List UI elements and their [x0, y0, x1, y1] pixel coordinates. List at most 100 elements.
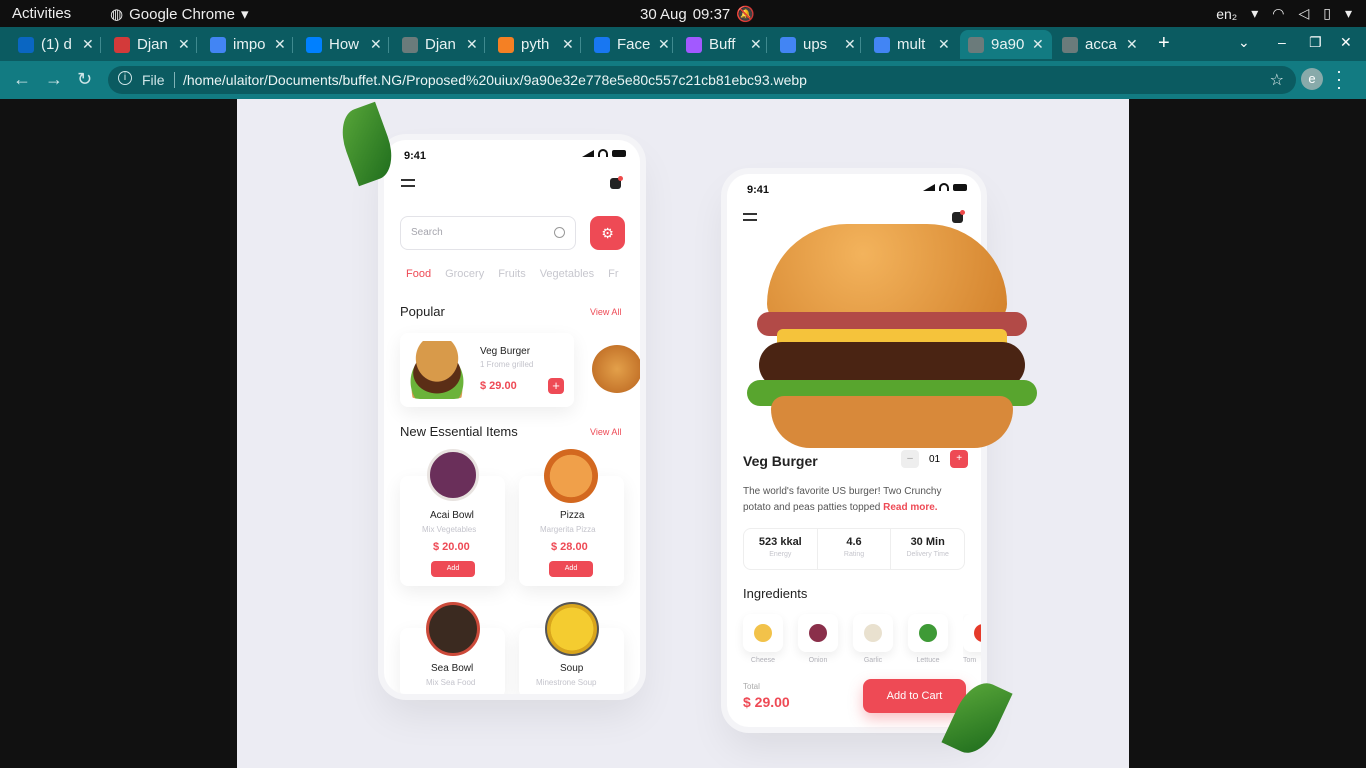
tab-search-icon[interactable]: ⌄ — [1238, 34, 1250, 51]
read-more-link[interactable]: Read more. — [883, 502, 937, 513]
maximize-button[interactable]: ❐ — [1309, 34, 1322, 51]
volume-icon: ◁ — [1298, 5, 1310, 21]
new-essential-view-all-link[interactable]: View All — [590, 427, 621, 437]
close-tab-icon[interactable]: ✕ — [178, 36, 190, 53]
tab-vegetables[interactable]: Vegetables — [540, 268, 594, 280]
tab-fruits[interactable]: Fruits — [498, 268, 526, 280]
increase-quantity-button[interactable]: + — [950, 450, 969, 468]
app-name: Google Chrome — [129, 5, 235, 23]
garlic-icon — [864, 624, 882, 642]
item-sub: Margerita Pizza — [540, 525, 596, 534]
tab-grocery[interactable]: Grocery — [445, 268, 484, 280]
close-tab-icon[interactable]: ✕ — [844, 36, 856, 53]
popular-item-sub: 1 Frome grilled — [480, 360, 534, 369]
item-name: Sea Bowl — [431, 663, 474, 674]
add-button[interactable]: Add — [431, 561, 475, 577]
browser-tab[interactable]: (1) d ✕ — [10, 30, 102, 59]
ingredient-lettuce[interactable]: Lettuce — [908, 614, 948, 664]
fried-chicken-image — [592, 345, 640, 393]
tab-more[interactable]: Fr — [608, 268, 618, 280]
add-button[interactable]: Add — [549, 561, 593, 577]
close-tab-icon[interactable]: ✕ — [274, 36, 286, 53]
tab-divider — [860, 37, 861, 53]
tab-title: acca — [1085, 36, 1117, 53]
sea-bowl-image — [426, 602, 480, 656]
clock[interactable]: 30 Aug 09:37 🔕 — [640, 5, 755, 24]
system-tray[interactable]: en₂ ▾ ◠ ◁ ▯ ▾ — [1216, 5, 1352, 22]
close-tab-icon[interactable]: ✕ — [1032, 36, 1044, 53]
menu-icon[interactable] — [401, 179, 415, 187]
close-window-button[interactable]: ✕ — [1340, 34, 1352, 51]
address-bar[interactable]: i File /home/ulaitor/Documents/buffet.NG… — [108, 66, 1296, 94]
browser-tab[interactable]: Face ✕ — [586, 30, 678, 59]
item-sub: Mix Vegetables — [422, 525, 477, 534]
tab-divider — [580, 37, 581, 53]
close-tab-icon[interactable]: ✕ — [466, 36, 478, 53]
ingredient-tomato[interactable]: Tom — [963, 614, 981, 664]
browser-tab[interactable]: acca ✕ — [1054, 30, 1146, 59]
activities-button[interactable]: Activities — [12, 5, 71, 22]
chevron-down-icon: ▾ — [1344, 5, 1352, 21]
tab-title: Face — [617, 36, 651, 53]
gnome-top-bar: Activities ◍ Google Chrome ▾ 30 Aug 09:3… — [0, 0, 1366, 27]
browser-tab[interactable]: Djan ✕ — [394, 30, 486, 59]
stat-energy: 523 kkal Energy — [744, 529, 818, 569]
signal-icon — [582, 149, 594, 157]
forward-button[interactable]: → — [45, 69, 63, 90]
browser-tab[interactable]: impo ✕ — [202, 30, 294, 59]
browser-tab[interactable]: Djan ✕ — [106, 30, 198, 59]
new-tab-button[interactable]: + — [1158, 32, 1170, 55]
ingredient-onion[interactable]: Onion — [798, 614, 838, 664]
browser-tab[interactable]: mult ✕ — [866, 30, 958, 59]
ingredient-cheese[interactable]: Cheese — [743, 614, 783, 664]
browser-tab[interactable]: 9a90 ✕ — [960, 30, 1052, 59]
total-label: Total — [743, 682, 760, 691]
item-sub: Minestrone Soup — [536, 678, 597, 687]
close-tab-icon[interactable]: ✕ — [658, 36, 670, 53]
close-tab-icon[interactable]: ✕ — [562, 36, 574, 53]
input-method[interactable]: en₂ — [1216, 6, 1237, 22]
figma-icon — [686, 36, 702, 53]
popular-view-all-link[interactable]: View All — [590, 307, 621, 317]
reload-button[interactable]: ↻ — [77, 69, 92, 90]
battery-icon — [612, 149, 626, 157]
quantity-stepper[interactable]: – 01 + — [901, 450, 969, 468]
browser-tab[interactable]: Buff ✕ — [678, 30, 770, 59]
search-icon — [554, 227, 565, 238]
url-text[interactable]: /home/ulaitor/Documents/buffet.NG/Propos… — [183, 72, 807, 88]
bookmark-star-icon[interactable]: ☆ — [1270, 70, 1284, 90]
item-sub: Mix Sea Food — [426, 678, 476, 687]
chrome-icon: ◍ — [110, 6, 124, 23]
close-tab-icon[interactable]: ✕ — [938, 36, 950, 53]
back-button[interactable]: ← — [13, 69, 31, 90]
search-placeholder: Search — [411, 227, 443, 238]
close-tab-icon[interactable]: ✕ — [750, 36, 762, 53]
info-icon[interactable]: i — [118, 71, 132, 85]
popular-item-card[interactable]: Veg Burger 1 Frome grilled $ 29.00 + — [400, 333, 574, 407]
browser-tab[interactable]: ups ✕ — [772, 30, 864, 59]
close-tab-icon[interactable]: ✕ — [82, 36, 94, 53]
ingredient-garlic[interactable]: Garlic — [853, 614, 893, 664]
stat-label: Energy — [769, 551, 792, 558]
filter-button[interactable]: ⚙ — [590, 216, 625, 250]
close-tab-icon[interactable]: ✕ — [370, 36, 382, 53]
tab-title: (1) d — [41, 36, 72, 53]
globe-icon — [968, 36, 984, 53]
add-to-cart-button[interactable]: Add to Cart — [863, 679, 966, 713]
ingredient-label: Cheese — [750, 657, 776, 664]
browser-tab[interactable]: pyth ✕ — [490, 30, 582, 59]
kebab-menu-icon[interactable]: · · · — [1336, 62, 1342, 96]
clock-date: 30 Aug — [640, 5, 687, 23]
tab-title: impo — [233, 36, 266, 53]
add-to-cart-plus-button[interactable]: + — [548, 378, 564, 394]
shopping-bag-icon[interactable] — [610, 176, 623, 189]
minimize-button[interactable]: – — [1278, 34, 1286, 50]
tab-food[interactable]: Food — [398, 265, 431, 285]
browser-tab[interactable]: How ✕ — [298, 30, 390, 59]
search-input[interactable]: Search — [400, 216, 576, 250]
quantity-value: 01 — [929, 453, 941, 465]
profile-avatar[interactable]: e — [1301, 68, 1323, 90]
decrease-quantity-button[interactable]: – — [901, 450, 919, 468]
close-tab-icon[interactable]: ✕ — [1126, 36, 1138, 53]
app-menu[interactable]: ◍ Google Chrome ▾ — [110, 5, 249, 24]
